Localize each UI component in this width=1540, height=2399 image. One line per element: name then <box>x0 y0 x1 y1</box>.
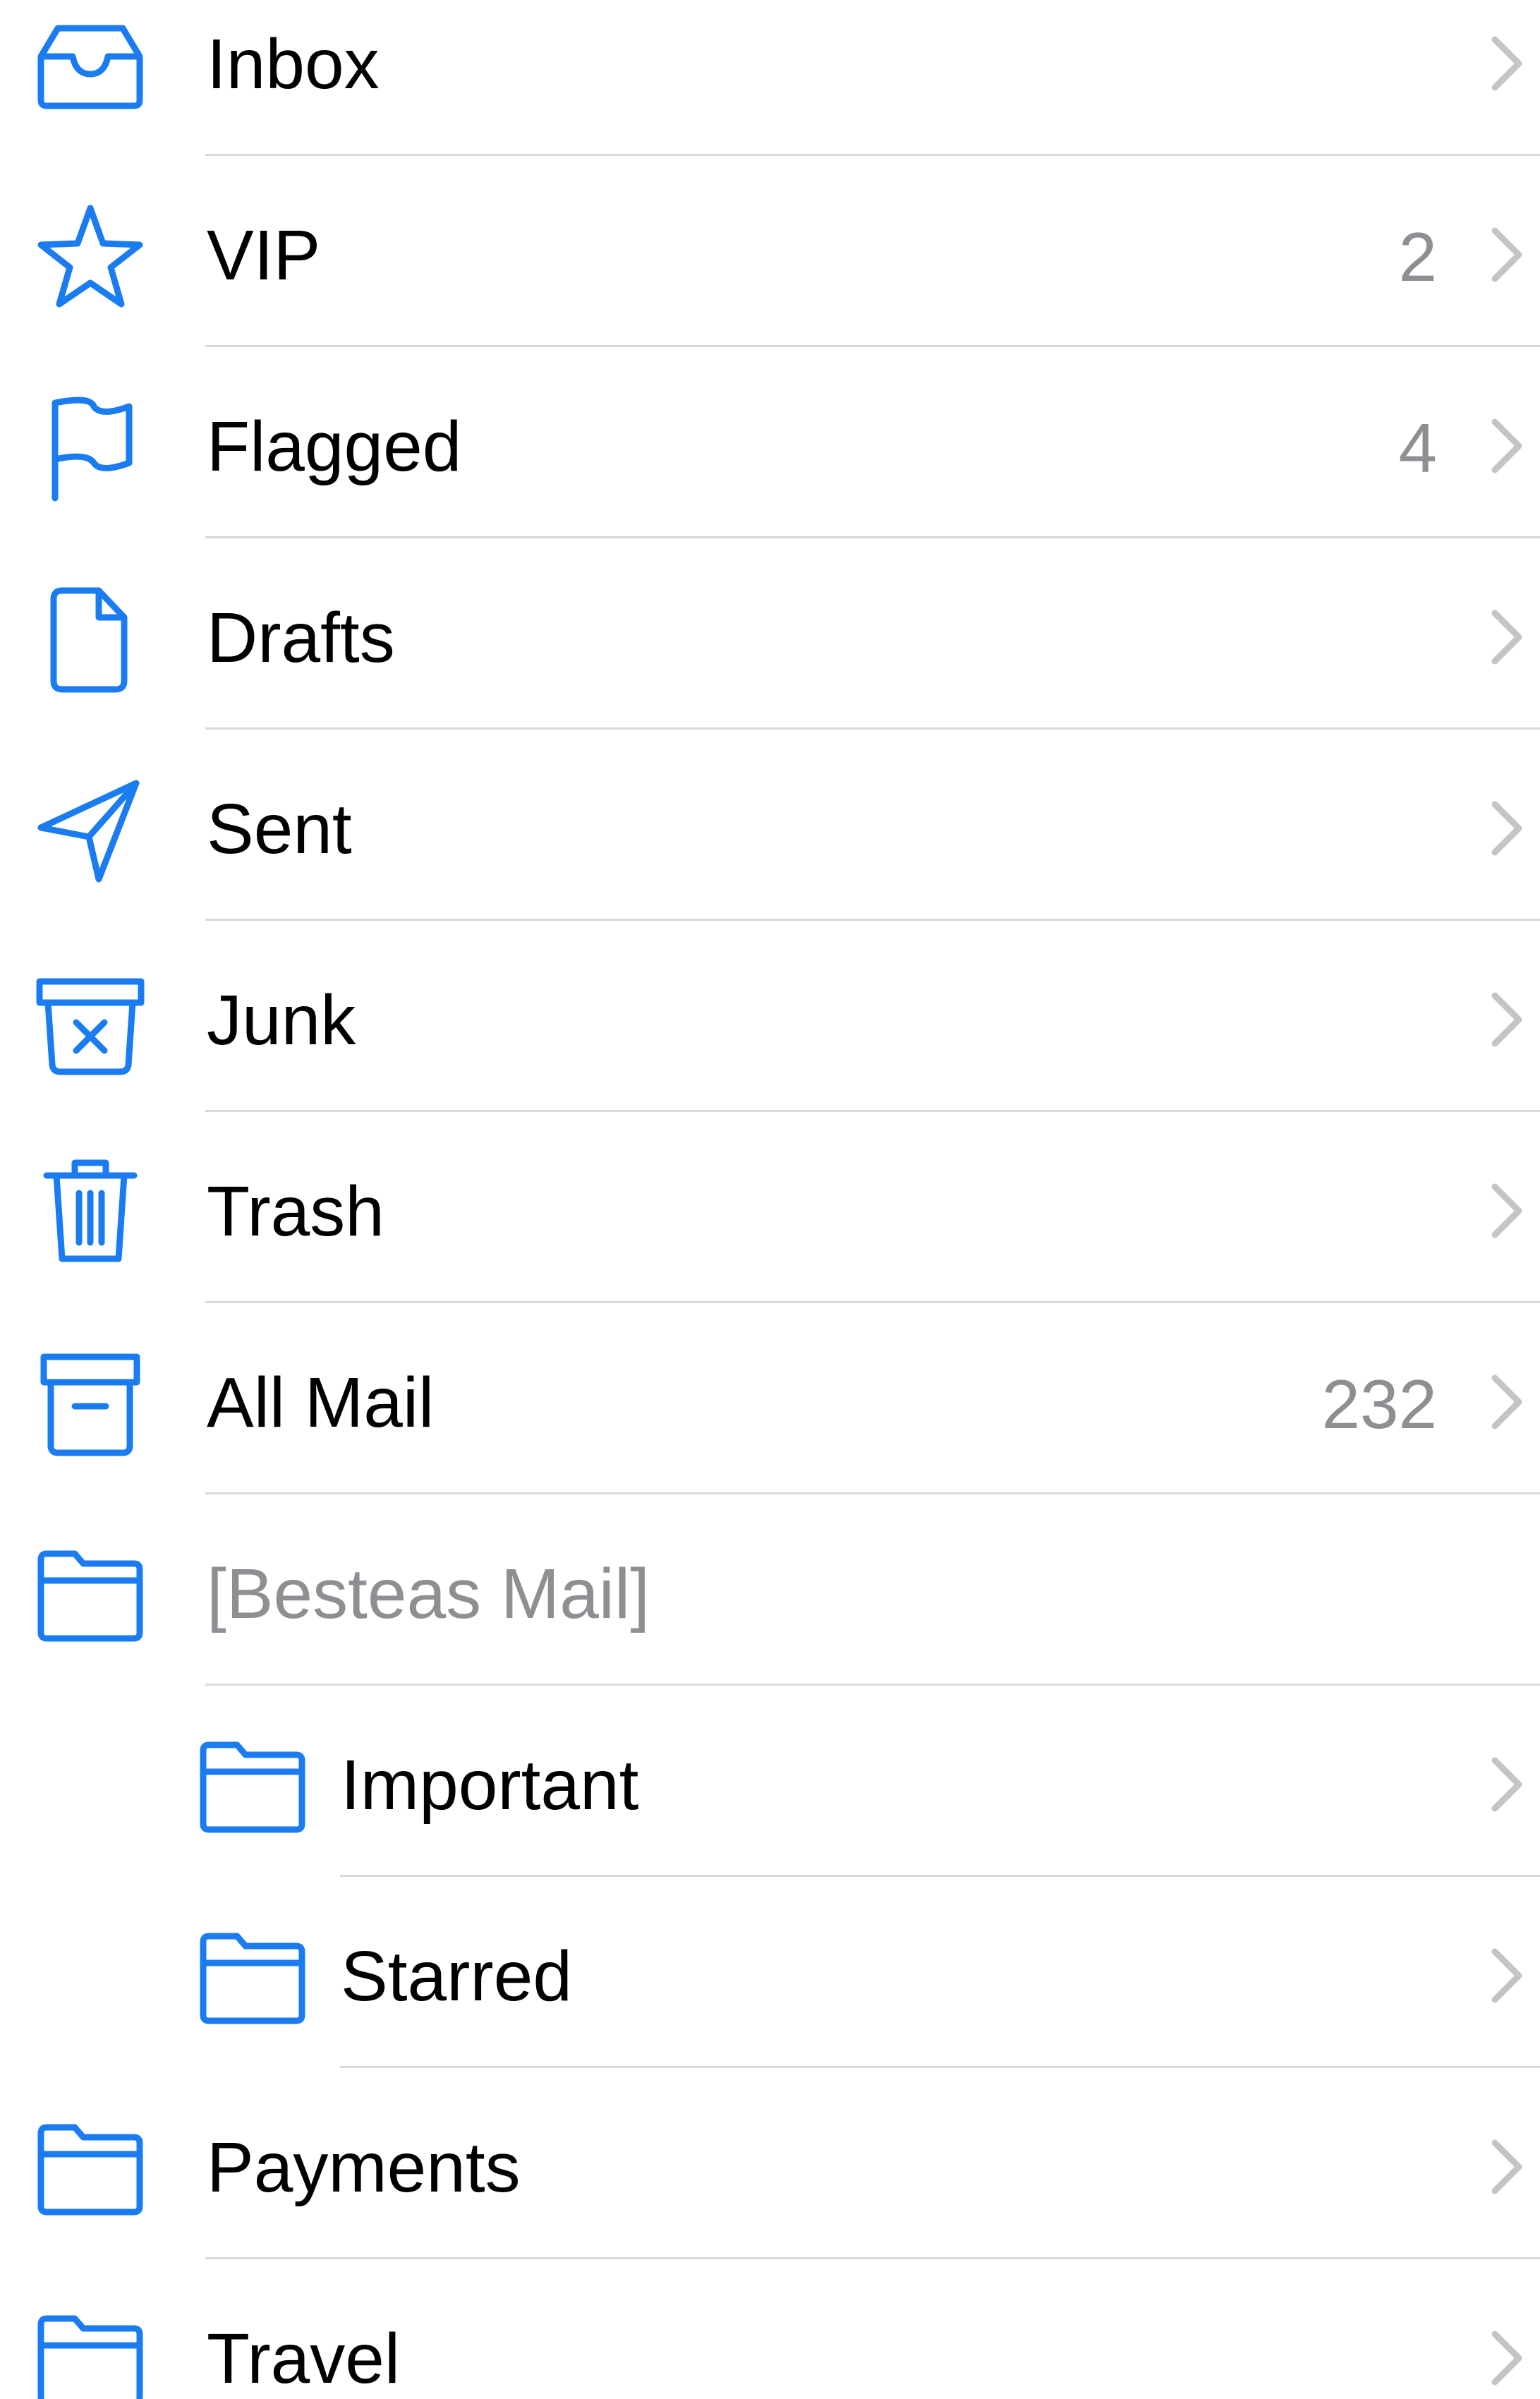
mailbox-label: Drafts <box>207 598 395 677</box>
mailbox-row-payments[interactable]: Payments <box>0 2103 1540 2295</box>
row-separator <box>340 1875 1540 1877</box>
mailbox-row-starred[interactable]: Starred <box>0 1912 1540 2103</box>
junk-bin-icon <box>34 966 147 1079</box>
mailbox-label: Junk <box>207 981 356 1060</box>
folder-icon <box>34 1540 147 1652</box>
chevron-right-icon <box>1485 1374 1527 1430</box>
archive-box-icon <box>34 1348 147 1461</box>
chevron-right-icon <box>1485 609 1527 665</box>
mailbox-row-sent[interactable]: Sent <box>0 765 1540 956</box>
mailbox-count: 2 <box>1398 218 1437 296</box>
mailbox-row-trash[interactable]: Trash <box>0 1147 1540 1339</box>
mailbox-label: Sent <box>207 790 352 869</box>
row-separator <box>205 536 1540 538</box>
mailbox-label: Payments <box>207 2128 521 2207</box>
mailbox-label: Flagged <box>207 407 462 486</box>
mailbox-count: 232 <box>1321 1365 1437 1443</box>
chevron-right-icon <box>1485 800 1527 857</box>
chevron-right-icon <box>1485 1183 1527 1239</box>
mailbox-label: All Mail <box>207 1363 435 1442</box>
mailbox-group-besteas-mail[interactable]: [Besteas Mail] <box>0 1530 1540 1721</box>
mailbox-label: Travel <box>207 2319 401 2398</box>
chevron-right-icon <box>1485 2330 1527 2386</box>
mailbox-row-travel[interactable]: Travel <box>0 2295 1540 2399</box>
mailbox-row-important[interactable]: Important <box>0 1721 1540 1912</box>
row-separator <box>205 1684 1540 1686</box>
chevron-right-icon <box>1485 226 1527 283</box>
chevron-right-icon <box>1485 991 1527 1048</box>
mailbox-label: Starred <box>341 1937 572 2016</box>
row-separator <box>205 1301 1540 1303</box>
inbox-tray-icon <box>34 7 147 120</box>
row-separator <box>205 1492 1540 1494</box>
row-separator <box>205 2257 1540 2259</box>
chevron-right-icon <box>1485 1947 1527 2004</box>
mailbox-row-inbox[interactable]: Inbox <box>0 0 1540 191</box>
row-separator <box>205 727 1540 730</box>
folder-icon <box>196 1731 309 1844</box>
chevron-right-icon <box>1485 35 1527 92</box>
document-icon <box>34 584 147 696</box>
folder-icon <box>34 2304 147 2399</box>
mailbox-label: Trash <box>207 1172 384 1251</box>
row-separator <box>205 1110 1540 1112</box>
folder-icon <box>34 2113 147 2226</box>
mailbox-label: Important <box>341 1746 639 1825</box>
star-icon <box>34 201 147 314</box>
mailbox-label: [Besteas Mail] <box>207 1554 650 1633</box>
row-separator <box>205 345 1540 347</box>
mailbox-row-junk[interactable]: Junk <box>0 956 1540 1147</box>
mailbox-label: VIP <box>207 216 321 295</box>
mailbox-count: 4 <box>1398 409 1437 487</box>
row-separator <box>205 154 1540 156</box>
row-separator <box>205 919 1540 921</box>
mailbox-row-flagged[interactable]: Flagged 4 <box>0 382 1540 574</box>
trash-icon <box>34 1154 147 1267</box>
flag-icon <box>34 392 147 505</box>
mailbox-row-drafts[interactable]: Drafts <box>0 574 1540 765</box>
mailbox-row-all-mail[interactable]: All Mail 232 <box>0 1339 1540 1530</box>
folder-icon <box>196 1922 309 2035</box>
mailbox-row-vip[interactable]: VIP 2 <box>0 191 1540 382</box>
chevron-right-icon <box>1485 2139 1527 2195</box>
chevron-right-icon <box>1485 1756 1527 1813</box>
paper-plane-icon <box>34 775 147 888</box>
chevron-right-icon <box>1485 418 1527 474</box>
mailbox-label: Inbox <box>207 25 380 104</box>
row-separator <box>340 2066 1540 2068</box>
